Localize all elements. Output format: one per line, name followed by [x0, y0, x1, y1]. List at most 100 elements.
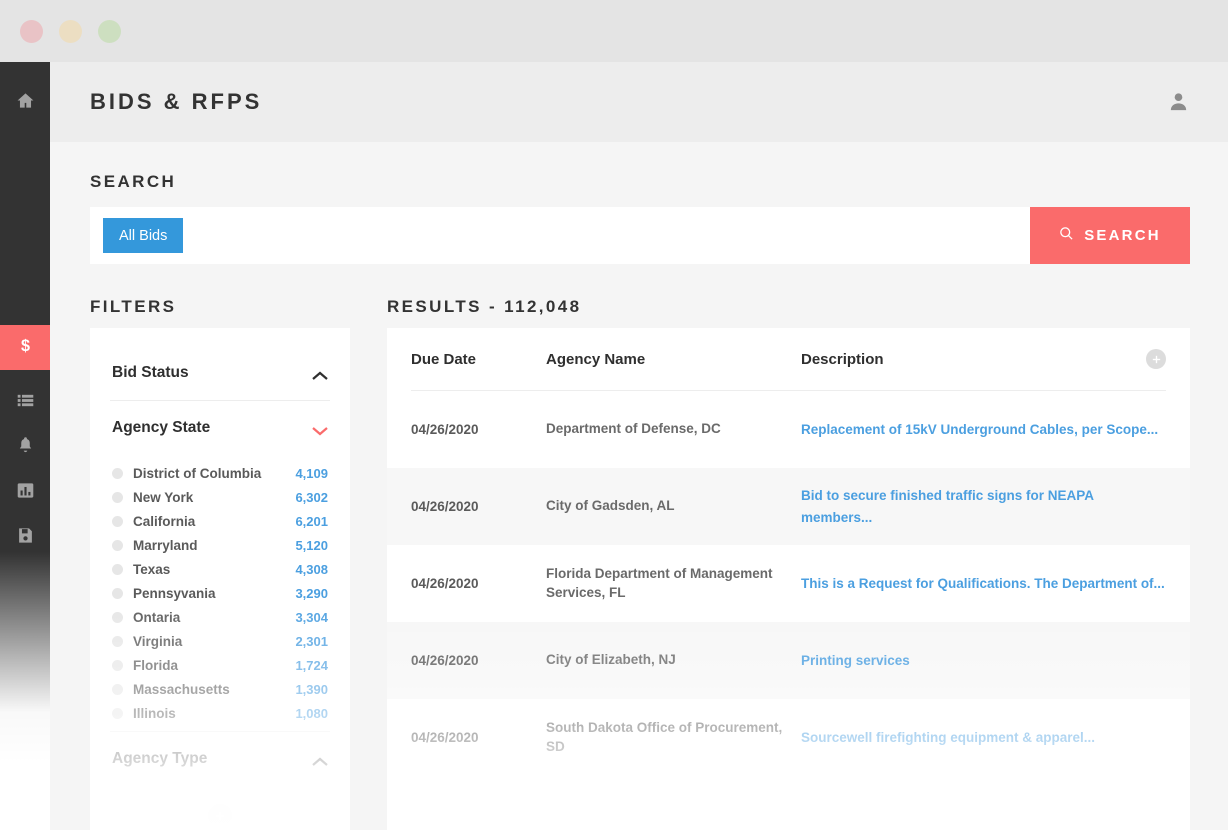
sidebar-item-settings[interactable] [0, 767, 50, 812]
chevron-up-icon [312, 754, 328, 766]
radio-icon[interactable] [112, 515, 123, 527]
bell-icon [17, 436, 34, 459]
filter-option[interactable]: Illinois 1,080 [112, 701, 328, 725]
filter-group-bid-status[interactable]: Bid Status [90, 346, 350, 400]
filter-option[interactable]: California 6,201 [112, 509, 328, 533]
search-input[interactable] [183, 207, 1030, 264]
filter-option[interactable]: District of Columbia 4,109 [112, 461, 328, 485]
user-icon[interactable] [1167, 90, 1190, 118]
page-header: BIDS & RFPS [50, 62, 1228, 142]
filter-group-agency-type[interactable]: Agency Type [90, 732, 350, 786]
sidebar-item-alerts[interactable] [0, 425, 50, 470]
filter-option-count: 4,308 [295, 561, 328, 577]
filter-option-label: Ontaria [133, 609, 181, 625]
radio-icon[interactable] [112, 659, 123, 671]
sidebar-item-lists[interactable] [0, 380, 50, 425]
column-header-due-date[interactable]: Due Date [411, 351, 546, 368]
filter-option-label: Massachusetts [133, 681, 230, 697]
window-titlebar [0, 0, 1228, 62]
filter-option-label: California [133, 513, 196, 529]
sidebar-item-saved[interactable] [0, 515, 50, 560]
table-row[interactable]: 04/26/2020 City of Elizabeth, NJ Printin… [387, 622, 1190, 699]
filters-section-label: FILTERS [90, 297, 177, 316]
radio-icon[interactable] [112, 587, 123, 599]
search-input-wrapper [183, 207, 1030, 264]
sidebar-item-home[interactable] [0, 80, 50, 125]
dollar-icon: $ [17, 336, 34, 360]
filter-option-label: Illinois [133, 705, 176, 721]
sidebar-item-reports[interactable] [0, 470, 50, 515]
filter-option-label: Virginia [133, 633, 183, 649]
column-header-description[interactable]: Description [801, 351, 1166, 368]
filter-option[interactable]: Virginia 2,301 [112, 629, 328, 653]
filters-panel: Bid Status Agency State District of Colu… [90, 328, 350, 830]
filter-option-count: 1,724 [295, 657, 328, 673]
filter-option-count: 1,390 [295, 681, 328, 697]
filter-option[interactable]: Massachusetts 1,390 [112, 677, 328, 701]
radio-icon[interactable] [112, 635, 123, 647]
filter-option-count: 6,302 [295, 489, 328, 505]
table-row[interactable]: 04/26/2020 Florida Department of Managem… [387, 545, 1190, 622]
main-content: SEARCH All Bids SEARCH FILTERS RESULTS -… [50, 142, 1228, 830]
filter-option-label: Pennsyvania [133, 585, 216, 601]
radio-icon[interactable] [112, 491, 123, 503]
cell-description-link[interactable]: Replacement of 15kV Underground Cables, … [801, 419, 1166, 441]
results-section-label: RESULTS - 112,048 [387, 297, 582, 316]
radio-icon[interactable] [112, 539, 123, 551]
radio-icon[interactable] [112, 683, 123, 695]
filter-option[interactable]: Texas 4,308 [112, 557, 328, 581]
cell-description-link[interactable]: Bid to secure finished traffic signs for… [801, 485, 1166, 528]
table-row[interactable]: 04/26/2020 South Dakota Office of Procur… [387, 699, 1190, 776]
list-icon [17, 392, 34, 414]
add-filter-button[interactable] [208, 804, 232, 828]
search-section-label: SEARCH [90, 172, 177, 191]
close-dot[interactable] [20, 20, 43, 43]
cell-agency-name: City of Elizabeth, NJ [546, 652, 676, 668]
home-icon [16, 91, 35, 115]
radio-icon[interactable] [112, 467, 123, 479]
scope-all-bids-button[interactable]: All Bids [103, 218, 184, 253]
radio-icon[interactable] [112, 611, 123, 623]
cell-due-date: 04/26/2020 [411, 422, 479, 437]
filter-option-count: 6,201 [295, 513, 328, 529]
filter-option[interactable]: New York 6,302 [112, 485, 328, 509]
filter-option[interactable]: Florida 1,724 [112, 653, 328, 677]
add-filter-wrapper [90, 804, 350, 828]
radio-icon[interactable] [112, 707, 123, 719]
filter-option-count: 5,120 [295, 537, 328, 553]
save-icon [17, 527, 34, 549]
search-button[interactable]: SEARCH [1030, 207, 1190, 264]
results-panel: Due Date Agency Name Description 04/26/2… [387, 328, 1190, 830]
window-controls [20, 20, 121, 43]
filter-option-label: New York [133, 489, 194, 505]
filter-options-list: District of Columbia 4,109 New York 6,30… [90, 455, 350, 725]
cell-agency-name: Florida Department of Management Service… [546, 566, 773, 600]
filter-option[interactable]: Ontaria 3,304 [112, 605, 328, 629]
cell-description-link[interactable]: This is a Request for Qualifications. Th… [801, 573, 1166, 595]
cell-agency-name: South Dakota Office of Procurement, SD [546, 720, 783, 754]
radio-icon[interactable] [112, 563, 123, 575]
filter-group-agency-state[interactable]: Agency State [90, 401, 350, 455]
search-button-label: SEARCH [1084, 227, 1161, 244]
maximize-dot[interactable] [98, 20, 121, 43]
cell-agency-name: Department of Defense, DC [546, 421, 721, 437]
filter-option-label: Texas [133, 561, 171, 577]
add-column-button[interactable] [1146, 349, 1166, 369]
minimize-dot[interactable] [59, 20, 82, 43]
column-header-agency-name[interactable]: Agency Name [546, 351, 801, 368]
cell-description-link[interactable]: Sourcewell firefighting equipment & appa… [801, 727, 1166, 749]
cell-description-link[interactable]: Printing services [801, 650, 1166, 672]
search-bar: All Bids SEARCH [90, 207, 1190, 264]
filter-option[interactable]: Pennsyvania 3,290 [112, 581, 328, 605]
table-row[interactable]: 04/26/2020 City of Gadsden, AL Bid to se… [387, 468, 1190, 545]
sidebar: $ [0, 62, 50, 830]
cell-due-date: 04/26/2020 [411, 653, 479, 668]
search-icon [1059, 226, 1074, 245]
table-row[interactable]: 04/26/2020 Department of Defense, DC Rep… [387, 391, 1190, 468]
filter-option[interactable]: Marryland 5,120 [112, 533, 328, 557]
filter-group-title: Agency State [112, 419, 211, 436]
sidebar-item-bids[interactable]: $ [0, 325, 50, 370]
filter-option-count: 3,304 [295, 609, 328, 625]
cell-due-date: 04/26/2020 [411, 499, 479, 514]
filter-group-title: Bid Status [112, 364, 189, 381]
